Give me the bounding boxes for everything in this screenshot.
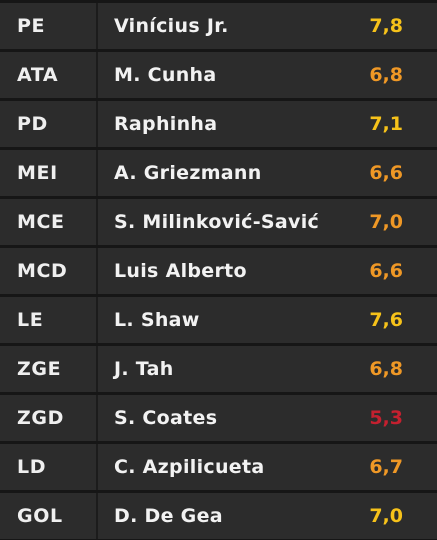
player-rating: 7,0: [369, 505, 403, 527]
position-cell: PE: [0, 3, 98, 49]
name-cell: S. Milinković-Savić: [98, 199, 365, 245]
name-cell: A. Griezmann: [98, 150, 365, 196]
name-cell: M. Cunha: [98, 52, 365, 98]
player-row[interactable]: MEI A. Griezmann 6,6: [0, 150, 437, 196]
player-name: D. De Gea: [114, 505, 223, 527]
player-row[interactable]: MCE S. Milinković-Savić 7,0: [0, 199, 437, 245]
name-cell: D. De Gea: [98, 493, 365, 539]
player-row[interactable]: LD C. Azpilicueta 6,7: [0, 444, 437, 490]
player-position: MEI: [17, 162, 58, 184]
name-cell: Vinícius Jr.: [98, 3, 365, 49]
position-cell: LD: [0, 444, 98, 490]
player-name: Luis Alberto: [114, 260, 247, 282]
player-name: M. Cunha: [114, 64, 217, 86]
player-row[interactable]: PE Vinícius Jr. 7,8: [0, 3, 437, 49]
player-row[interactable]: LE L. Shaw 7,6: [0, 297, 437, 343]
player-rating: 6,6: [369, 162, 403, 184]
player-row[interactable]: GOL D. De Gea 7,0: [0, 493, 437, 539]
name-cell: J. Tah: [98, 346, 365, 392]
player-row[interactable]: MCD Luis Alberto 6,6: [0, 248, 437, 294]
name-cell: Raphinha: [98, 101, 365, 147]
name-cell: L. Shaw: [98, 297, 365, 343]
player-row[interactable]: ATA M. Cunha 6,8: [0, 52, 437, 98]
player-name: A. Griezmann: [114, 162, 262, 184]
position-cell: PD: [0, 101, 98, 147]
player-row[interactable]: ZGE J. Tah 6,8: [0, 346, 437, 392]
position-cell: ZGD: [0, 395, 98, 441]
player-rating: 7,6: [369, 309, 403, 331]
player-rating: 5,3: [369, 407, 403, 429]
player-ratings-list: PE Vinícius Jr. 7,8 ATA M. Cunha 6,8 PD …: [0, 0, 437, 540]
player-name: Raphinha: [114, 113, 218, 135]
player-rating: 6,8: [369, 64, 403, 86]
player-rating: 6,6: [369, 260, 403, 282]
player-position: ZGD: [17, 407, 64, 429]
position-cell: ZGE: [0, 346, 98, 392]
position-cell: MCD: [0, 248, 98, 294]
player-position: PE: [17, 15, 46, 37]
player-rating: 6,8: [369, 358, 403, 380]
player-rating: 6,7: [369, 456, 403, 478]
player-rating: 7,0: [369, 211, 403, 233]
player-position: GOL: [17, 505, 63, 527]
player-name: Vinícius Jr.: [114, 15, 229, 37]
name-cell: C. Azpilicueta: [98, 444, 365, 490]
name-cell: S. Coates: [98, 395, 365, 441]
player-name: J. Tah: [114, 358, 174, 380]
position-cell: ATA: [0, 52, 98, 98]
position-cell: LE: [0, 297, 98, 343]
player-row[interactable]: PD Raphinha 7,1: [0, 101, 437, 147]
player-position: LE: [17, 309, 44, 331]
player-name: C. Azpilicueta: [114, 456, 265, 478]
player-name: S. Milinković-Savić: [114, 211, 320, 233]
player-position: ATA: [17, 64, 59, 86]
name-cell: Luis Alberto: [98, 248, 365, 294]
position-cell: MCE: [0, 199, 98, 245]
player-position: PD: [17, 113, 48, 135]
player-row[interactable]: ZGD S. Coates 5,3: [0, 395, 437, 441]
player-name: S. Coates: [114, 407, 218, 429]
position-cell: GOL: [0, 493, 98, 539]
player-name: L. Shaw: [114, 309, 200, 331]
player-position: ZGE: [17, 358, 62, 380]
position-cell: MEI: [0, 150, 98, 196]
player-position: MCD: [17, 260, 68, 282]
player-rating: 7,1: [369, 113, 403, 135]
player-position: MCE: [17, 211, 65, 233]
player-rating: 7,8: [369, 15, 403, 37]
player-position: LD: [17, 456, 47, 478]
